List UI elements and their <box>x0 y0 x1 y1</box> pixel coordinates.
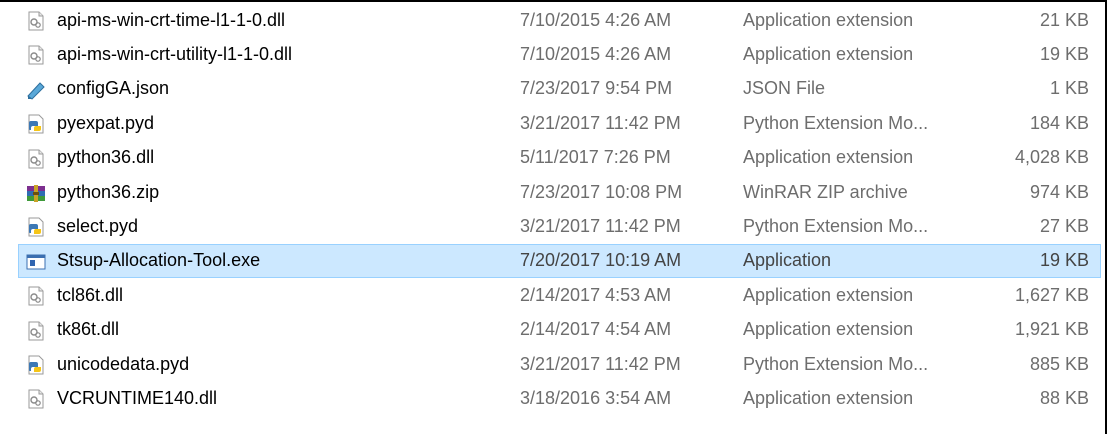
file-row[interactable]: VCRUNTIME140.dll 3/18/2016 3:54 AM Applica… <box>18 381 1101 415</box>
file-row[interactable]: api-ms-win-crt-utility-l1-1-0.dll 7/10/20… <box>18 37 1101 71</box>
dll-icon <box>26 11 46 31</box>
file-date-modified: 2/14/2017 4:54 AM <box>520 319 672 340</box>
python-file-icon <box>26 355 46 375</box>
file-name: tk86t.dll <box>57 319 120 340</box>
exe-application-icon <box>26 252 46 272</box>
file-type: Application <box>743 250 832 271</box>
file-type: Application extension <box>743 44 914 65</box>
file-row[interactable]: python36.dll 5/11/2017 7:26 PM Application… <box>18 141 1101 175</box>
file-row[interactable]: tk86t.dll 2/14/2017 4:54 AM Application ex… <box>18 313 1101 347</box>
file-size: 1 KB <box>1049 78 1089 99</box>
file-type: Python Extension Mo... <box>743 353 929 374</box>
file-size: 88 KB <box>1039 387 1089 408</box>
file-size: 1,627 KB <box>1014 284 1089 305</box>
file-size: 21 KB <box>1039 9 1089 30</box>
file-size: 885 KB <box>1029 353 1089 374</box>
winrar-archive-icon <box>26 183 46 203</box>
file-date-modified: 3/21/2017 11:42 PM <box>520 216 681 237</box>
file-row[interactable]: unicodedata.pyd 3/21/2017 11:42 PM Python … <box>18 347 1101 381</box>
file-size: 19 KB <box>1039 44 1089 65</box>
dll-icon <box>26 149 46 169</box>
file-size: 27 KB <box>1039 216 1089 237</box>
file-name: select.pyd <box>57 216 139 237</box>
file-row[interactable]: Stsup-Allocation-Tool.exe 7/20/2017 10:19… <box>18 243 1101 279</box>
file-name: python36.dll <box>57 147 155 168</box>
file-size: 1,921 KB <box>1014 319 1089 340</box>
file-date-modified: 7/23/2017 9:54 PM <box>520 78 673 99</box>
file-name: python36.zip <box>57 181 160 202</box>
file-list: api-ms-win-crt-time-l1-1-0.dll 7/10/2015 … <box>18 3 1101 416</box>
file-name: VCRUNTIME140.dll <box>57 387 218 408</box>
file-row[interactable]: configGA.json 7/23/2017 9:54 PM JSON File 1… <box>18 72 1101 106</box>
json-file-icon <box>26 80 46 100</box>
file-date-modified: 3/21/2017 11:42 PM <box>520 112 681 133</box>
file-type: Application extension <box>743 284 914 305</box>
file-size: 184 KB <box>1029 112 1089 133</box>
file-row[interactable]: api-ms-win-crt-time-l1-1-0.dll 7/10/2015 … <box>18 3 1101 37</box>
file-name: tcl86t.dll <box>57 284 124 305</box>
dll-icon <box>26 45 46 65</box>
file-type: Application extension <box>743 387 914 408</box>
file-type: Application extension <box>743 9 914 30</box>
file-name: Stsup-Allocation-Tool.exe <box>57 250 261 271</box>
file-name: api-ms-win-crt-utility-l1-1-0.dll <box>57 44 293 65</box>
file-date-modified: 3/21/2017 11:42 PM <box>520 353 681 374</box>
file-date-modified: 2/14/2017 4:53 AM <box>520 284 672 305</box>
dll-icon <box>26 321 46 341</box>
file-date-modified: 7/20/2017 10:19 AM <box>520 250 682 271</box>
file-type: Application extension <box>743 147 914 168</box>
file-type: Python Extension Mo... <box>743 216 929 237</box>
python-file-icon <box>26 114 46 134</box>
file-date-modified: 7/23/2017 10:08 PM <box>520 181 683 202</box>
file-type: JSON File <box>743 78 826 99</box>
file-row[interactable]: pyexpat.pyd 3/21/2017 11:42 PM Python Exte… <box>18 106 1101 140</box>
file-date-modified: 7/10/2015 4:26 AM <box>520 9 672 30</box>
file-explorer-window: api-ms-win-crt-time-l1-1-0.dll 7/10/2015 … <box>0 0 1107 434</box>
dll-icon <box>26 389 46 409</box>
file-row[interactable]: tcl86t.dll 2/14/2017 4:53 AM Application e… <box>18 278 1101 312</box>
file-name: pyexpat.pyd <box>57 112 155 133</box>
file-type: WinRAR ZIP archive <box>743 181 908 202</box>
file-size: 19 KB <box>1039 250 1089 271</box>
file-row[interactable]: select.pyd 3/21/2017 11:42 PM Python Exten… <box>18 209 1101 243</box>
file-type: Python Extension Mo... <box>743 112 929 133</box>
file-name: api-ms-win-crt-time-l1-1-0.dll <box>57 9 286 30</box>
dll-icon <box>26 286 46 306</box>
file-type: Application extension <box>743 319 914 340</box>
file-date-modified: 3/18/2016 3:54 AM <box>520 387 672 408</box>
python-file-icon <box>26 217 46 237</box>
file-size: 4,028 KB <box>1014 147 1089 168</box>
file-date-modified: 5/11/2017 7:26 PM <box>520 147 671 168</box>
file-name: configGA.json <box>57 78 170 99</box>
file-row[interactable]: python36.zip 7/23/2017 10:08 PM WinRAR ZIP… <box>18 175 1101 209</box>
file-date-modified: 7/10/2015 4:26 AM <box>520 44 672 65</box>
file-name: unicodedata.pyd <box>57 353 190 374</box>
file-size: 974 KB <box>1029 181 1089 202</box>
